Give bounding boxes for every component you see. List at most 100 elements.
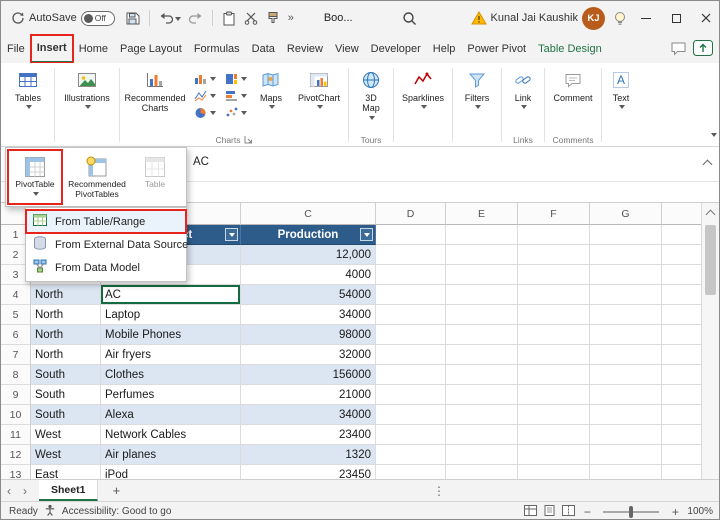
cell-empty[interactable] [376,305,446,325]
autosave-toggle[interactable]: Off [80,10,115,26]
zoom-level[interactable]: 100% [687,506,713,517]
cell-region[interactable]: South [31,385,101,405]
row-header[interactable]: 12 [1,445,31,465]
cell-empty[interactable] [518,405,590,425]
illustrations-button[interactable]: Illustrations [56,64,118,146]
cell-region[interactable]: South [31,405,101,425]
cell-empty[interactable] [446,245,518,265]
cell-empty[interactable] [590,325,662,345]
dialog-launcher-icon[interactable] [244,135,253,144]
tab-file[interactable]: File [1,35,31,63]
cell-empty[interactable] [662,225,703,245]
table-button[interactable]: Table [132,150,178,204]
page-break-view-icon[interactable] [562,504,576,519]
cell-empty[interactable] [590,425,662,445]
row-header[interactable]: 7 [1,345,31,365]
cell-empty[interactable] [446,465,518,479]
bar-chart-button[interactable] [220,87,251,104]
vertical-scrollbar[interactable] [701,203,719,479]
ribbon-options-chevron-icon[interactable] [711,133,717,140]
tab-table-design[interactable]: Table Design [532,35,608,63]
share-icon[interactable] [693,39,713,59]
tab-insert[interactable]: Insert [29,34,74,64]
3d-map-button[interactable]: 3D Map [350,64,392,133]
cell-production[interactable]: 34000 [241,405,376,425]
cell-region[interactable]: South [31,365,101,385]
vertical-scroll-thumb[interactable] [705,225,716,295]
undo-button[interactable] [155,1,185,35]
cell-empty[interactable] [518,345,590,365]
tab-developer[interactable]: Developer [365,35,427,63]
cell-product[interactable]: Air planes [101,445,241,465]
cell-empty[interactable] [446,265,518,285]
cell-region[interactable]: North [31,345,101,365]
cell-production[interactable]: 156000 [241,365,376,385]
column-header-e[interactable]: E [446,203,518,225]
warning-icon[interactable] [467,1,491,35]
cell-production[interactable]: 54000 [241,285,376,305]
user-name[interactable]: Kunal Jai Kaushik [491,12,578,24]
cell-empty[interactable] [446,345,518,365]
cell-empty[interactable] [446,445,518,465]
accessibility-status[interactable]: Accessibility: Good to go [62,506,172,517]
cell-empty[interactable] [518,445,590,465]
cell-production[interactable]: 4000 [241,265,376,285]
cell-empty[interactable] [662,305,703,325]
cell-product[interactable]: Mobile Phones [101,325,241,345]
cell-empty[interactable] [376,265,446,285]
cell-empty[interactable] [446,365,518,385]
cell-empty[interactable] [376,425,446,445]
cell-region[interactable]: East [31,465,101,479]
tab-help[interactable]: Help [427,35,462,63]
row-header[interactable]: 6 [1,325,31,345]
filter-dropdown-icon[interactable] [360,228,373,241]
cell-empty[interactable] [518,285,590,305]
cell-empty[interactable] [662,365,703,385]
zoom-in-button[interactable]: + [669,505,681,519]
comment-bubble-icon[interactable] [670,40,687,59]
tables-button[interactable]: Tables [3,64,53,146]
scatter-chart-button[interactable] [220,104,251,121]
close-button[interactable] [691,1,719,35]
sparklines-button[interactable]: Sparklines [395,64,451,146]
cell-empty[interactable] [662,425,703,445]
cell-production[interactable]: 12,000 [241,245,376,265]
clipboard-icon[interactable] [218,1,240,35]
cell-empty[interactable] [662,445,703,465]
cell-region[interactable]: North [31,305,101,325]
pivotchart-button[interactable]: PivotChart [291,64,347,133]
cell-empty[interactable] [662,325,703,345]
cell-region[interactable]: West [31,445,101,465]
cell-empty[interactable] [446,225,518,245]
cell-empty[interactable] [590,225,662,245]
cell-empty[interactable] [446,305,518,325]
column-header-f[interactable]: F [518,203,590,225]
tab-page-layout[interactable]: Page Layout [114,35,188,63]
cell-production[interactable]: 23450 [241,465,376,479]
line-chart-button[interactable] [189,87,220,104]
row-header[interactable]: 4 [1,285,31,305]
redo-button[interactable] [185,1,207,35]
cell-region[interactable]: North [31,325,101,345]
row-header[interactable]: 9 [1,385,31,405]
cell-empty[interactable] [376,225,446,245]
accessibility-icon[interactable] [44,504,56,519]
cell-product[interactable]: Network Cables [101,425,241,445]
tab-review[interactable]: Review [281,35,329,63]
cell-empty[interactable] [590,285,662,305]
cell-empty[interactable] [662,245,703,265]
recommended-pivottables-button[interactable]: Recommended PivotTables [64,150,130,204]
cell-production[interactable]: 23400 [241,425,376,445]
cell-empty[interactable] [590,265,662,285]
tab-power-pivot[interactable]: Power Pivot [461,35,532,63]
cell-region[interactable]: West [31,425,101,445]
zoom-slider[interactable] [603,505,660,518]
cell-empty[interactable] [376,325,446,345]
more-options-icon[interactable]: ⋮ [433,484,445,498]
tab-view[interactable]: View [329,35,365,63]
sheet-nav-right-icon[interactable]: › [17,484,33,498]
cell-product[interactable]: Clothes [101,365,241,385]
tab-home[interactable]: Home [73,35,114,63]
row-header[interactable]: 5 [1,305,31,325]
row-header[interactable]: 10 [1,405,31,425]
